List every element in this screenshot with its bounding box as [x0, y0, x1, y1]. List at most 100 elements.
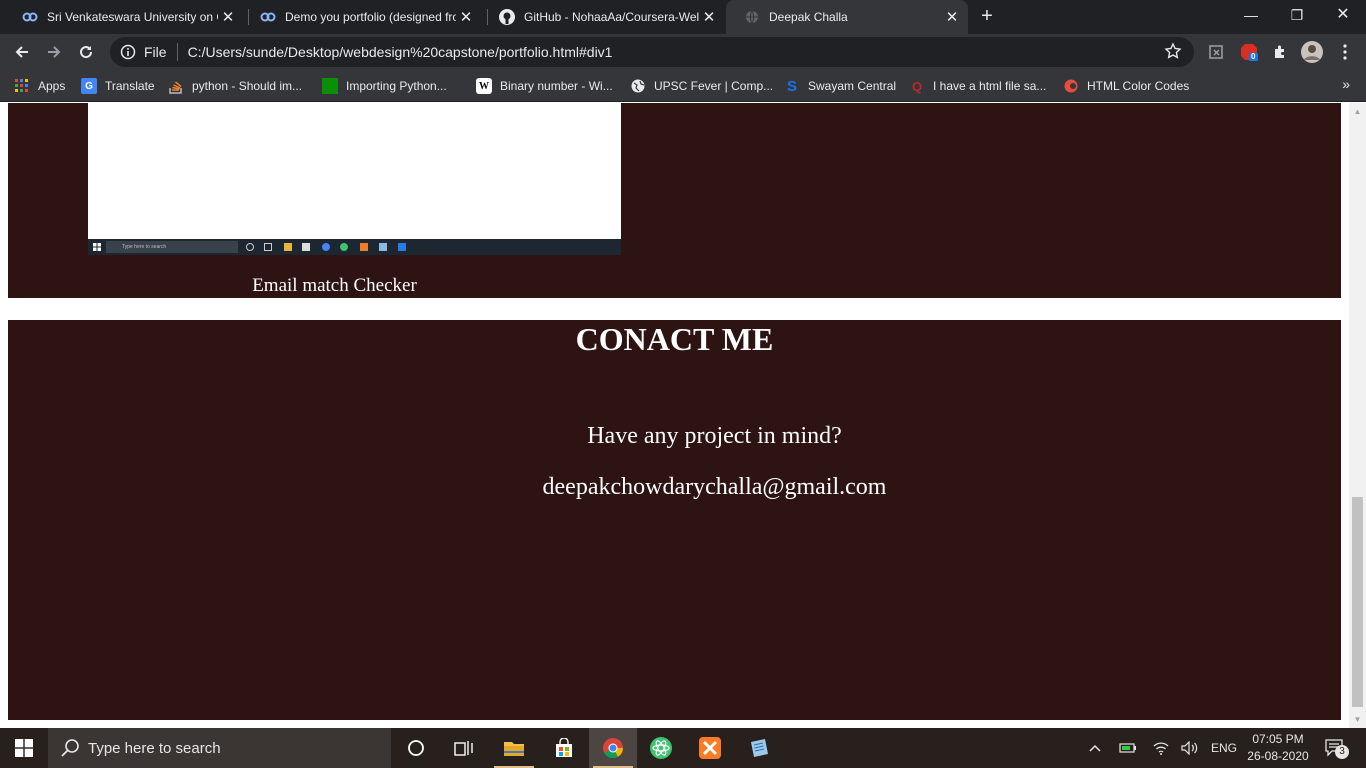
- tab-demo-portfolio[interactable]: Demo you portfolio (designed fro ✕: [242, 0, 482, 34]
- github-icon: [499, 9, 515, 25]
- task-view-icon: [454, 741, 473, 756]
- adblock-extension-icon[interactable]: 0: [1238, 41, 1260, 63]
- forward-arrow-icon[interactable]: [42, 40, 66, 64]
- contact-question: Have any project in mind?: [587, 423, 842, 449]
- scroll-up-arrow-icon[interactable]: ▲: [1349, 103, 1366, 120]
- html-color-codes-icon: [1063, 78, 1079, 94]
- close-icon[interactable]: ✕: [942, 8, 962, 26]
- globe-icon: [630, 78, 646, 94]
- bookmark-label: HTML Color Codes: [1087, 79, 1190, 93]
- bookmark-upsc-fever[interactable]: UPSC Fever | Comp...: [630, 76, 773, 96]
- taskbar-search-placeholder: Type here to search: [88, 739, 221, 757]
- scroll-down-arrow-icon[interactable]: ▼: [1349, 711, 1366, 728]
- bookmark-label: Translate: [105, 79, 155, 93]
- folder-icon: [504, 742, 524, 756]
- cortana-button[interactable]: [392, 728, 440, 768]
- bookmark-label: Importing Python...: [346, 79, 447, 93]
- extensions-puzzle-icon[interactable]: [1269, 41, 1291, 63]
- minimize-button[interactable]: —: [1228, 0, 1274, 30]
- show-hidden-icons-chevron-icon[interactable]: [1084, 728, 1106, 768]
- bookmark-importing-python[interactable]: Importing Python...: [322, 76, 447, 96]
- green-square-icon: [322, 78, 338, 94]
- search-icon: [60, 738, 80, 758]
- notification-count-badge: 3: [1335, 745, 1349, 759]
- file-explorer-button[interactable]: [490, 728, 538, 768]
- new-tab-button[interactable]: +: [976, 5, 998, 27]
- app-icon: [398, 243, 406, 251]
- quora-icon: Q: [911, 78, 923, 94]
- chrome-icon: [322, 243, 330, 251]
- store-icon: [302, 243, 310, 251]
- notepad-icon: [379, 243, 387, 251]
- xampp-taskbar-button[interactable]: [686, 728, 734, 768]
- atom-icon: [650, 737, 672, 759]
- windows-taskbar: Type here to search ENG 07:05 PM 26-08-2…: [0, 728, 1366, 768]
- reload-icon[interactable]: [74, 40, 98, 64]
- tab-title: Deepak Challa: [769, 10, 848, 24]
- taskbar-clock[interactable]: 07:05 PM 26-08-2020: [1236, 731, 1320, 765]
- start-button[interactable]: [0, 728, 48, 768]
- windows-logo-icon: [93, 243, 101, 251]
- screenshot-search-box: Type here to search: [106, 241, 238, 253]
- chrome-taskbar-button[interactable]: [589, 728, 637, 768]
- task-view-button[interactable]: [440, 728, 488, 768]
- bookmark-python[interactable]: python - Should im...: [168, 76, 302, 96]
- volume-icon[interactable]: [1178, 728, 1202, 768]
- back-arrow-icon[interactable]: [10, 40, 34, 64]
- window-close-button[interactable]: ✕: [1320, 0, 1366, 30]
- tab-title: Demo you portfolio (designed fro: [285, 10, 456, 24]
- close-icon[interactable]: ✕: [218, 8, 238, 26]
- windows-logo-icon: [15, 739, 33, 757]
- project-screenshot-image: Type here to search: [88, 103, 621, 255]
- scrollbar-thumb[interactable]: [1352, 497, 1363, 707]
- contact-email[interactable]: deepakchowdarychalla@gmail.com: [8, 473, 1349, 501]
- microsoft-store-button[interactable]: [540, 728, 588, 768]
- apps-grid-icon: [14, 78, 30, 94]
- bookmarks-overflow-button[interactable]: »: [1342, 76, 1350, 92]
- bookmark-apps[interactable]: Apps: [14, 76, 65, 96]
- omnibox-divider: [176, 43, 178, 61]
- bookmark-translate[interactable]: G Translate: [81, 76, 155, 96]
- taskbar-search-box[interactable]: Type here to search: [48, 728, 391, 768]
- bookmarks-bar: Apps G Translate python - Should im... I…: [0, 70, 1366, 102]
- bookmark-html-color-codes[interactable]: HTML Color Codes: [1063, 76, 1189, 96]
- tab-github[interactable]: GitHub - NohaaAa/Coursera-Wel ✕: [481, 0, 725, 34]
- extension-icon[interactable]: [1205, 41, 1227, 63]
- battery-icon[interactable]: [1116, 728, 1140, 768]
- close-icon[interactable]: ✕: [699, 8, 719, 26]
- bookmark-star-icon[interactable]: [1164, 42, 1184, 62]
- bookmark-label: Binary number - Wi...: [500, 79, 613, 93]
- wifi-icon[interactable]: [1150, 728, 1172, 768]
- vertical-scrollbar[interactable]: ▲ ▼: [1349, 103, 1366, 728]
- browser-toolbar: File C:/Users/sunde/Desktop/webdesign%20…: [0, 34, 1366, 70]
- atom-taskbar-button[interactable]: [637, 728, 685, 768]
- coursera-icon: [22, 9, 38, 25]
- atom-icon: [340, 243, 348, 251]
- tab-deepak-challa[interactable]: Deepak Challa ✕: [726, 0, 968, 34]
- tab-sri-venkateswara[interactable]: Sri Venkateswara University on Co ✕: [4, 0, 244, 34]
- cortana-icon: [408, 740, 424, 756]
- menu-kebab-icon[interactable]: [1334, 41, 1356, 63]
- extension-badge: 0: [1251, 52, 1256, 61]
- close-icon[interactable]: ✕: [456, 8, 476, 26]
- address-bar[interactable]: File C:/Users/sunde/Desktop/webdesign%20…: [110, 37, 1194, 67]
- info-icon[interactable]: [120, 44, 136, 60]
- notepad-taskbar-button[interactable]: [735, 728, 783, 768]
- profile-avatar[interactable]: [1300, 40, 1324, 64]
- xampp-icon: [360, 243, 368, 251]
- browser-tab-strip: Sri Venkateswara University on Co ✕ Demo…: [0, 0, 1366, 34]
- contact-section: CONACT ME Have any project in mind? deep…: [8, 320, 1341, 720]
- notepad-icon: [751, 739, 768, 757]
- stackoverflow-icon: [168, 78, 184, 94]
- clock-date: 26-08-2020: [1247, 749, 1309, 763]
- folder-icon: [284, 243, 292, 251]
- bookmark-swayam[interactable]: S Swayam Central: [784, 76, 896, 96]
- wikipedia-icon: W: [476, 78, 492, 94]
- page-viewport: Type here to search Email match Checker …: [0, 103, 1349, 728]
- bookmark-binary-number[interactable]: W Binary number - Wi...: [476, 76, 613, 96]
- task-view-icon: [264, 243, 272, 251]
- action-center-button[interactable]: 3: [1320, 728, 1350, 768]
- bookmark-html-file[interactable]: Q I have a html file sa...: [909, 76, 1046, 96]
- restore-button[interactable]: ❐: [1274, 0, 1320, 30]
- url-text[interactable]: C:/Users/sunde/Desktop/webdesign%20capst…: [188, 44, 613, 60]
